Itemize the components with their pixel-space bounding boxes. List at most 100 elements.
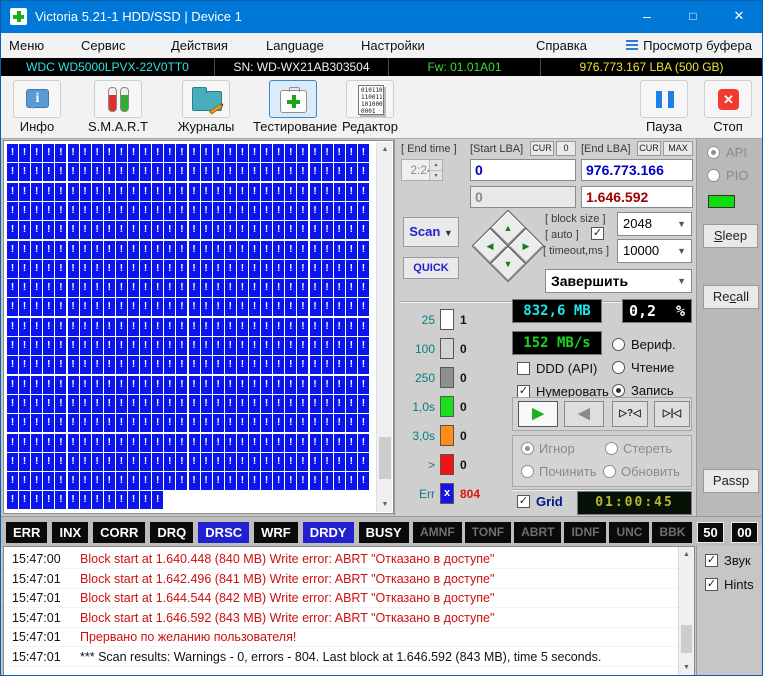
transport-scan-question-button[interactable]: ▷?◁ (612, 401, 648, 427)
end-lba-max-button[interactable]: MAX (663, 141, 693, 156)
end-lba-input[interactable]: 976.773.166 (581, 159, 693, 181)
spinner-down-icon[interactable]: ▼ (429, 170, 442, 180)
scroll-down-icon[interactable]: ▼ (679, 660, 694, 675)
menu-item[interactable]: Меню (9, 33, 44, 58)
test-block: ! (176, 376, 187, 394)
start-lba-zero-button[interactable]: 0 (556, 141, 576, 156)
verify-radio-label[interactable]: Вериф. (631, 337, 676, 352)
device-model: WDC WD5000LPVX-22V0TT0 (1, 58, 214, 76)
test-block: ! (164, 202, 175, 220)
scroll-thumb[interactable] (681, 625, 692, 653)
legend-color-block (440, 396, 454, 417)
block-size-select[interactable]: 2048▼ (617, 212, 692, 236)
toolbar-button-info[interactable]: Инфо (9, 80, 65, 134)
legend-count: 0 (460, 429, 467, 443)
grid-checkbox[interactable]: ✓ (517, 495, 530, 508)
toolbar-button-logs[interactable]: Журналы (173, 80, 239, 134)
legend-count: 0 (460, 342, 467, 356)
log-timestamp: 15:47:01 (12, 570, 61, 589)
spinner-up-icon[interactable]: ▲ (429, 160, 442, 170)
legend-color-block (440, 454, 454, 475)
start-lba-cur-button[interactable]: CUR (530, 141, 554, 156)
scroll-thumb[interactable] (379, 437, 391, 479)
sound-label[interactable]: Звук (724, 553, 751, 568)
ddd-api-label[interactable]: DDD (API) (536, 361, 597, 376)
close-button[interactable]: ✕ (716, 1, 762, 33)
test-block: ! (31, 144, 42, 162)
test-block: ! (68, 241, 79, 259)
stop-button[interactable]: ✕ Стоп (703, 80, 753, 134)
sound-checkbox[interactable]: ✓ (705, 554, 718, 567)
on-end-action-select[interactable]: Завершить▼ (545, 269, 692, 293)
read-radio-label[interactable]: Чтение (631, 360, 674, 375)
maximize-button[interactable]: □ (670, 1, 716, 33)
sleep-button[interactable]: Sleep (703, 224, 758, 248)
legend-label: 250 (399, 371, 435, 385)
log-scrollbar[interactable]: ▲ ▼ (678, 547, 694, 675)
test-block: ! (261, 453, 272, 471)
test-block: ! (116, 298, 127, 316)
green-cross-icon (287, 95, 300, 108)
test-block: ! (201, 337, 212, 355)
test-block: ! (310, 241, 321, 259)
transport-scan-end-button[interactable]: ▷|◁ (654, 401, 690, 427)
end-lba-cur-button[interactable]: CUR (637, 141, 661, 156)
menu-item[interactable]: Действия (171, 33, 228, 58)
passp-button[interactable]: Passp (703, 469, 759, 493)
test-block: ! (176, 279, 187, 297)
editor-icon: 0101101100111010000001 (346, 80, 394, 118)
scroll-down-icon[interactable]: ▼ (377, 497, 393, 512)
timeout-select[interactable]: 10000▼ (617, 239, 692, 263)
pause-button[interactable]: Пауза (639, 80, 689, 134)
test-block: ! (43, 376, 54, 394)
minimize-button[interactable]: – (624, 1, 670, 33)
write-radio[interactable] (612, 384, 625, 397)
test-block: ! (43, 241, 54, 259)
api-radio-label: API (726, 145, 747, 160)
legend-row: 251 (399, 309, 509, 335)
transport-back-button[interactable]: ◀ (564, 401, 604, 427)
test-block: ! (201, 221, 212, 239)
scan-button[interactable]: Scan ▼ (403, 217, 459, 247)
end-time-spinner[interactable]: 2:24 ▲ ▼ (401, 159, 443, 181)
quick-button[interactable]: QUICK (403, 257, 459, 279)
test-block: ! (273, 298, 284, 316)
test-block: ! (55, 221, 66, 239)
test-block: ! (261, 163, 272, 181)
hints-label[interactable]: Hints (724, 577, 754, 592)
toolbar-button-editor[interactable]: 0101101100111010000001Редактор (339, 80, 401, 134)
test-block: ! (152, 298, 163, 316)
buffer-view-button[interactable]: Просмотр буфера (626, 33, 752, 58)
log-timestamp: 15:47:01 (12, 589, 61, 608)
test-block: ! (68, 279, 79, 297)
read-radio[interactable] (612, 361, 625, 374)
scroll-up-icon[interactable]: ▲ (679, 547, 694, 562)
status-badge-inx: INX (52, 522, 88, 543)
grid-label[interactable]: Grid (536, 494, 563, 509)
auto-checkbox[interactable]: ✓ (591, 227, 604, 240)
test-block: ! (334, 318, 345, 336)
test-block: ! (273, 453, 284, 471)
toolbar-button-test[interactable]: Тестирование (253, 80, 333, 134)
hints-checkbox[interactable]: ✓ (705, 578, 718, 591)
test-block: ! (273, 144, 284, 162)
log-message: Block start at 1.640.448 (840 MB) Write … (80, 550, 494, 569)
recall-button[interactable]: Recall (703, 285, 759, 309)
last-block-input[interactable]: 1.646.592 (581, 186, 693, 208)
transport-play-button[interactable]: ▶ (518, 401, 558, 427)
test-block: ! (80, 356, 91, 374)
start-lba-input[interactable]: 0 (470, 159, 576, 181)
menu-item[interactable]: Справка (536, 33, 587, 58)
verify-radio[interactable] (612, 338, 625, 351)
test-block: ! (285, 202, 296, 220)
block-map-scrollbar[interactable]: ▲ ▼ (376, 142, 392, 512)
menu-item[interactable]: Language (266, 33, 324, 58)
ddd-api-checkbox[interactable] (517, 362, 530, 375)
test-block: ! (334, 356, 345, 374)
menu-item[interactable]: Настройки (361, 33, 425, 58)
scroll-up-icon[interactable]: ▲ (377, 142, 393, 157)
test-block: ! (55, 376, 66, 394)
toolbar-button-smart[interactable]: S.M.A.R.T (85, 80, 151, 134)
menu-item[interactable]: Сервис (81, 33, 126, 58)
write-radio-label[interactable]: Запись (631, 383, 674, 398)
